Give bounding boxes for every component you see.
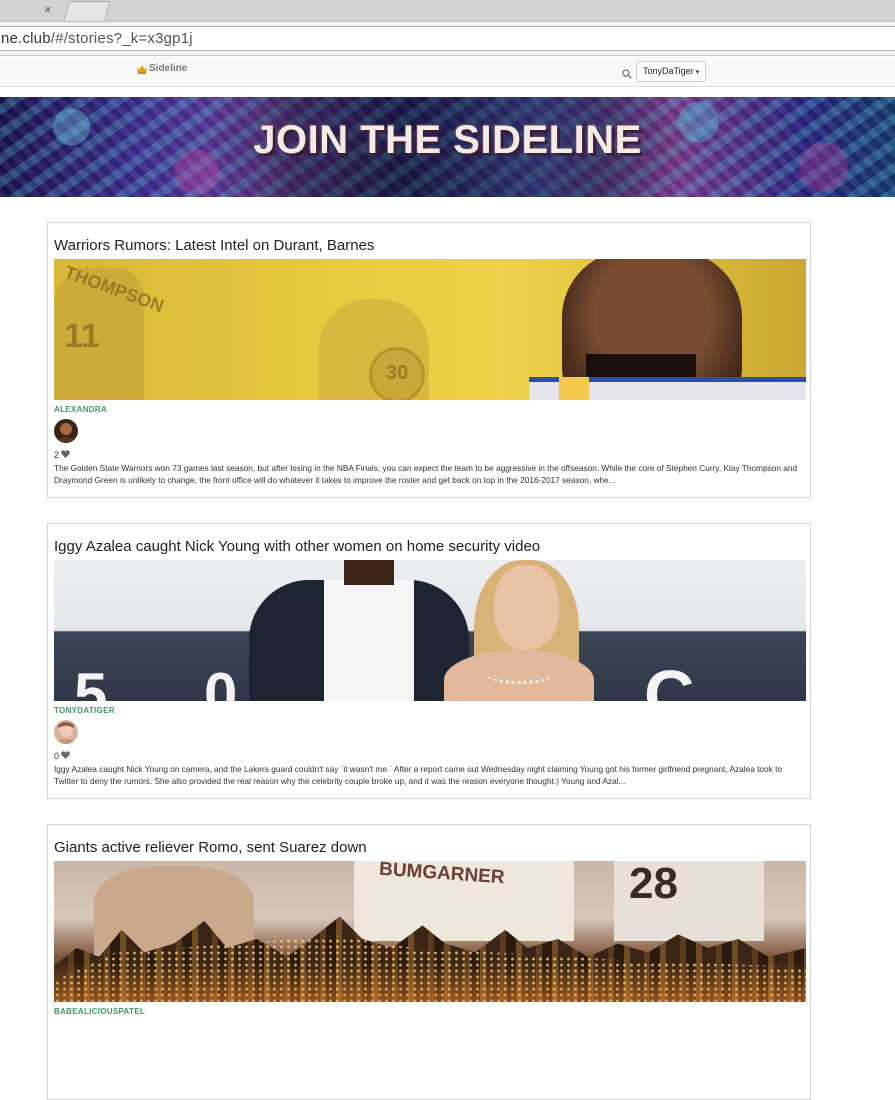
shirt-shape <box>324 580 414 701</box>
collar-shape <box>559 377 589 400</box>
browser-toolbar: ne.club/#/stories?_k=x3gp1j <box>0 22 895 56</box>
likes-count: 0 <box>54 751 70 761</box>
story-title[interactable]: Iggy Azalea caught Nick Young with other… <box>54 538 540 555</box>
site-navbar: Sideline TonyDaTiger▾ <box>0 57 895 87</box>
story-author[interactable]: TONYDATIGER <box>54 706 115 715</box>
face-shape <box>494 565 559 650</box>
story-image[interactable]: BUMGARNER 28 <box>54 861 806 1002</box>
story-author[interactable]: ALEXANDRA <box>54 405 107 414</box>
story-excerpt: Iggy Azalea caught Nick Young on camera,… <box>54 763 806 787</box>
likes-count: 2 <box>54 450 70 460</box>
neck-shape <box>344 560 394 585</box>
logo-number-text: 30 <box>386 362 408 385</box>
search-icon[interactable] <box>622 66 632 84</box>
url-path: /#/stories?_k=x3gp1j <box>51 30 193 47</box>
story-title[interactable]: Giants active reliever Romo, sent Suarez… <box>54 839 367 856</box>
story-card: Giants active reliever Romo, sent Suarez… <box>47 824 811 1100</box>
heart-icon[interactable] <box>61 751 70 761</box>
user-menu-label: TonyDaTiger <box>643 66 694 76</box>
story-image[interactable]: 5 0 C <box>54 560 806 701</box>
crown-icon <box>137 64 147 74</box>
browser-tabstrip: × <box>0 0 895 22</box>
story-image[interactable]: THOMPSON 11 30 <box>54 259 806 400</box>
new-tab-button[interactable] <box>64 1 111 21</box>
address-bar[interactable]: ne.club/#/stories?_k=x3gp1j <box>0 26 895 51</box>
necklace-shape <box>486 664 554 684</box>
brand-logo-link[interactable]: Sideline <box>137 63 187 74</box>
hero-banner: JOIN THE SIDELINE <box>0 97 895 197</box>
likes-number: 2 <box>54 450 59 460</box>
story-excerpt: The Golden State Warriors won 73 games l… <box>54 462 806 486</box>
story-author[interactable]: BABEALICIOUSPATEL <box>54 1007 145 1016</box>
story-card: Iggy Azalea caught Nick Young with other… <box>47 523 811 799</box>
chevron-down-icon: ▾ <box>696 69 700 76</box>
story-title[interactable]: Warriors Rumors: Latest Intel on Durant,… <box>54 237 374 254</box>
jersey-number-text: 28 <box>629 861 678 909</box>
brand-name: Sideline <box>149 63 187 74</box>
user-menu-dropdown[interactable]: TonyDaTiger▾ <box>636 61 706 82</box>
hero-title: JOIN THE SIDELINE <box>0 118 895 163</box>
team-logo: 30 <box>369 347 425 400</box>
backdrop-letter-text: C <box>644 655 695 701</box>
url-host: ne.club <box>1 30 51 47</box>
story-card: Warriors Rumors: Latest Intel on Durant,… <box>47 222 811 498</box>
avatar[interactable] <box>54 720 78 744</box>
city-glow-shape <box>54 962 806 1002</box>
jersey-number-text: 11 <box>64 317 100 356</box>
backdrop-letters-text: 5 0 <box>74 660 277 701</box>
avatar[interactable] <box>54 419 78 443</box>
close-tab-icon[interactable]: × <box>44 2 52 17</box>
likes-number: 0 <box>54 751 59 761</box>
heart-icon[interactable] <box>61 450 70 460</box>
